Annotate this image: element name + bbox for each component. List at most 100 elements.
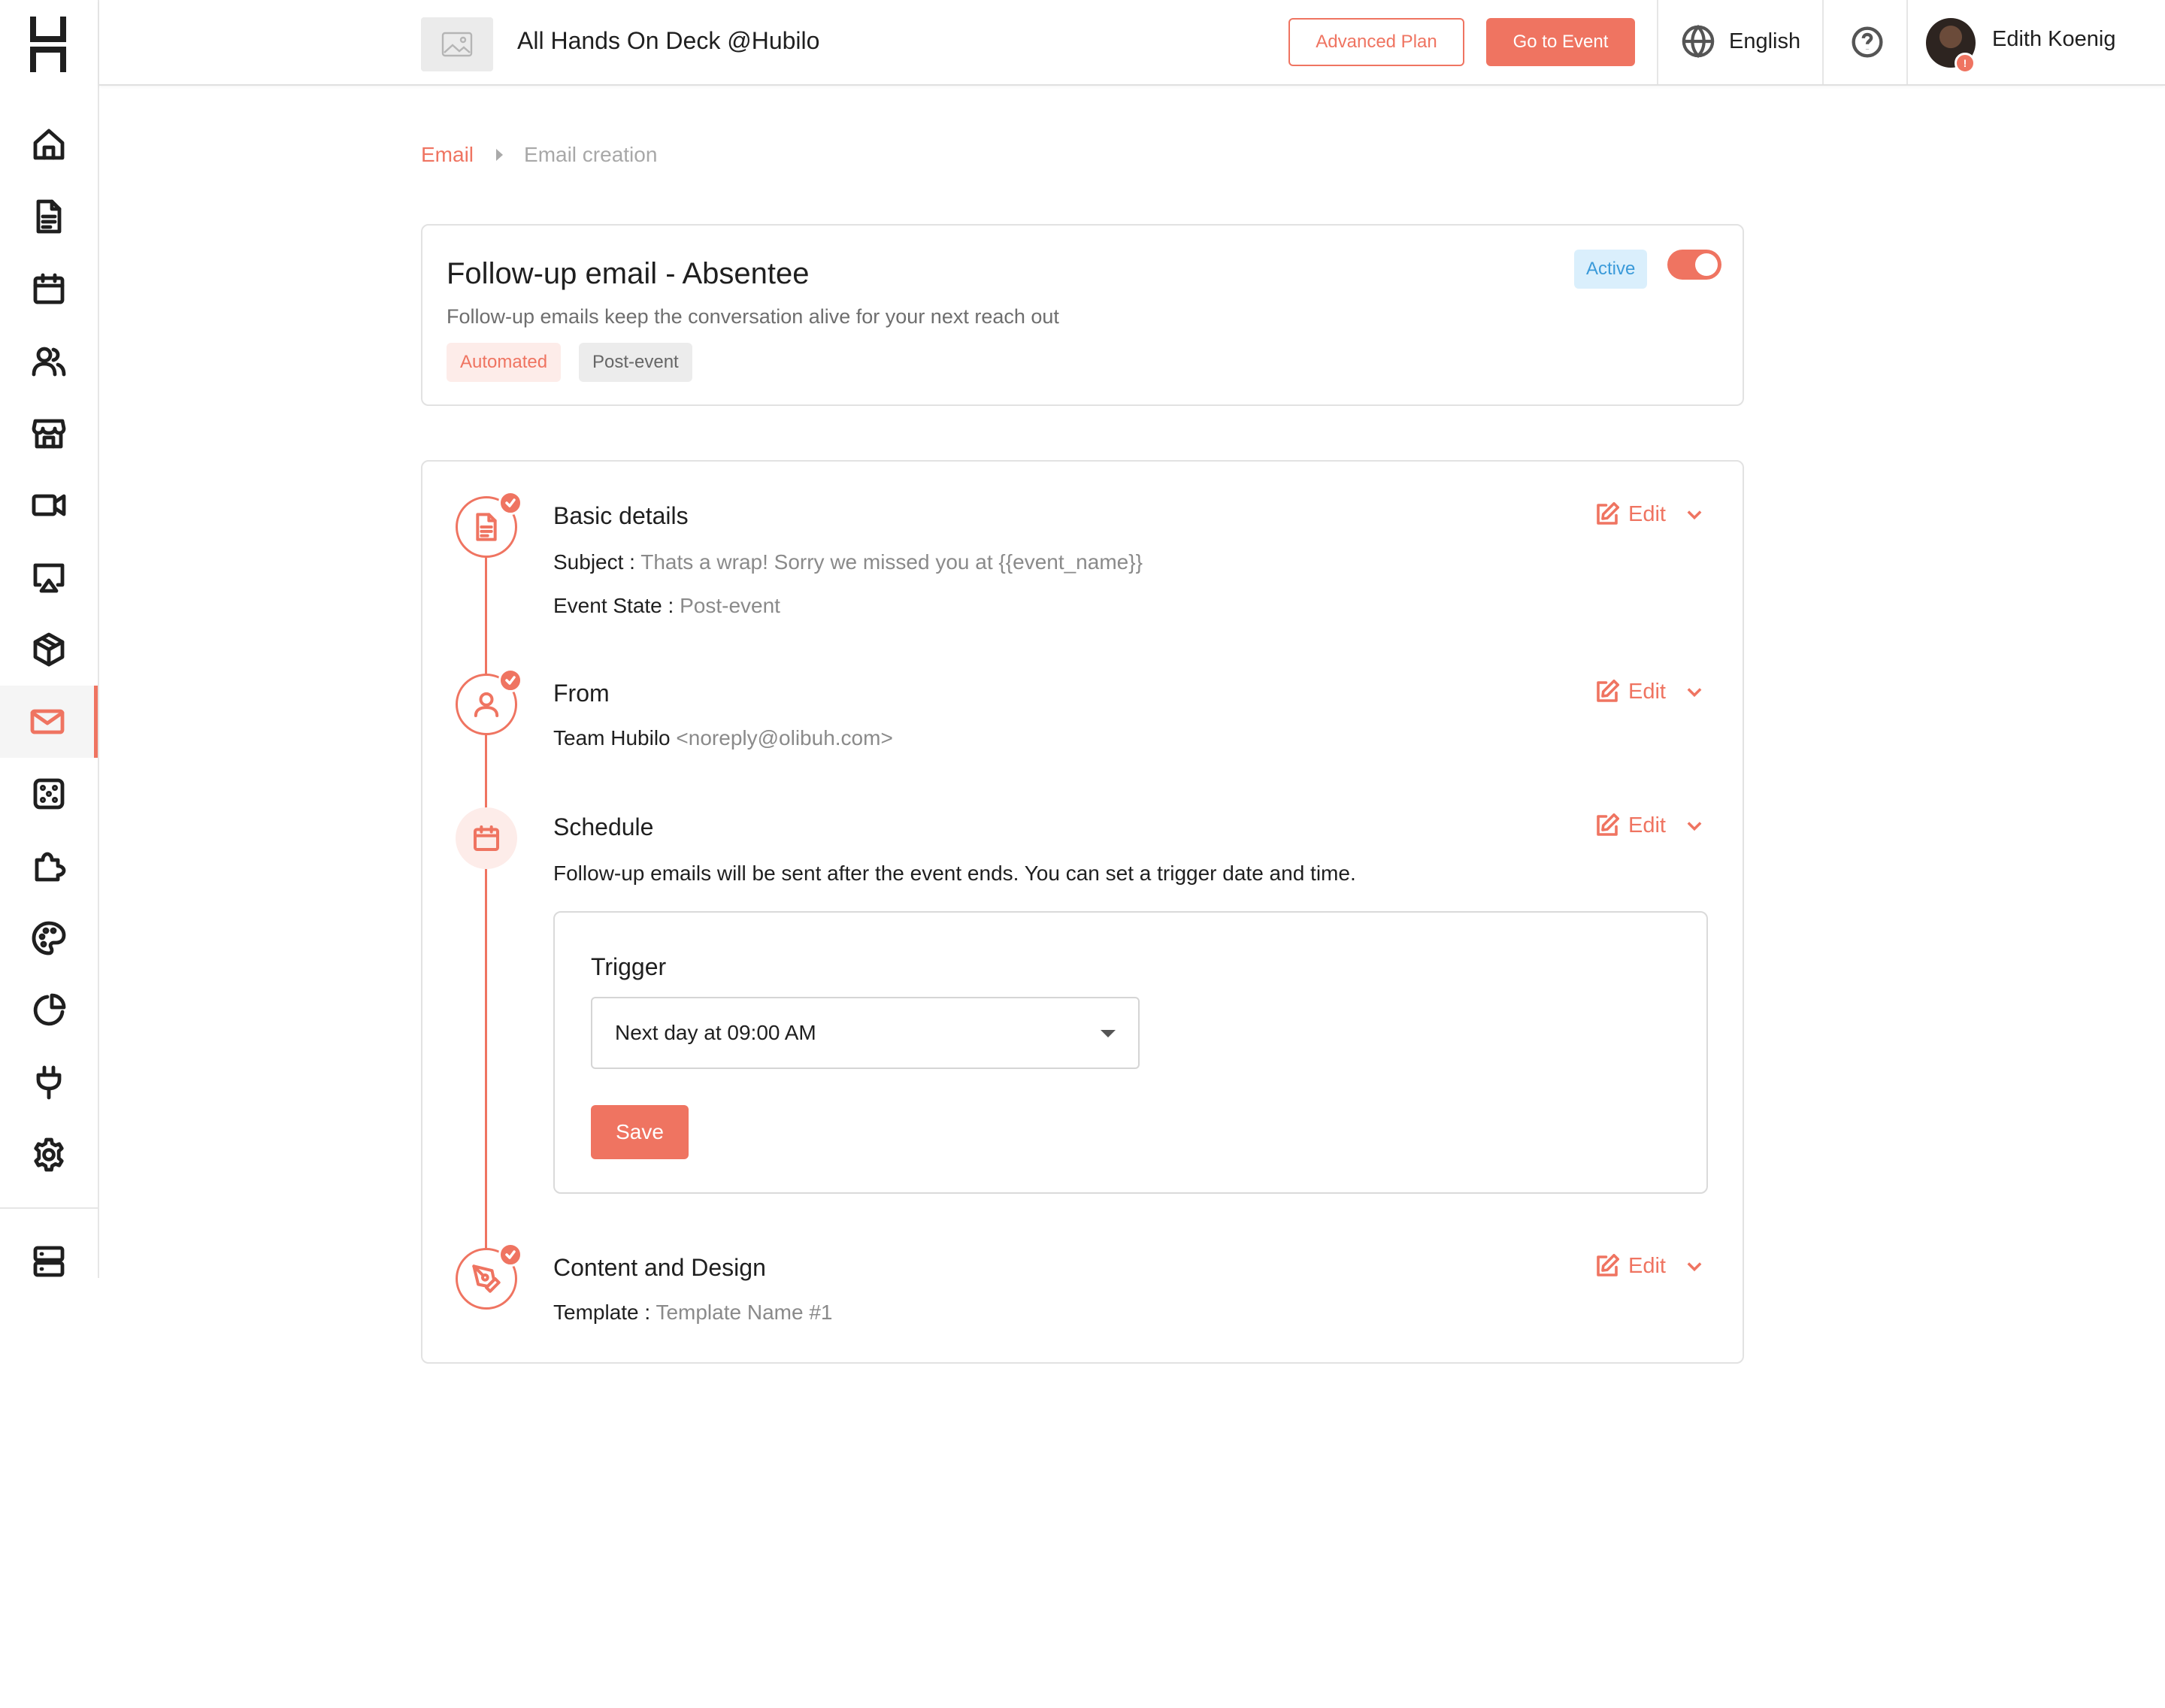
sidebar-item-email[interactable] — [0, 686, 98, 758]
language-selector[interactable]: English — [1681, 24, 1800, 59]
sidebar-item-settings[interactable] — [0, 1119, 98, 1191]
edit-from-button[interactable]: Edit — [1594, 678, 1705, 705]
edit-content-design-button[interactable]: Edit — [1594, 1252, 1705, 1279]
edit-icon — [1597, 501, 1620, 525]
step-schedule-icon — [456, 807, 517, 869]
user-icon — [474, 692, 499, 717]
sidebar-item-people[interactable] — [0, 325, 98, 397]
caret-down-icon — [1101, 1030, 1116, 1037]
email-summary-card: Follow-up email - Absentee Follow-up ema… — [421, 224, 1744, 406]
avatar[interactable]: ! — [1926, 18, 1976, 74]
step-basic-details-title: Basic details — [553, 502, 689, 529]
sidebar-item-documents[interactable] — [0, 180, 98, 253]
email-description: Follow-up emails keep the conversation a… — [447, 305, 1059, 328]
sidebar-item-server[interactable] — [0, 1225, 98, 1298]
event-state-value: Post-event — [680, 594, 780, 617]
breadcrumb-separator-icon — [496, 149, 504, 161]
tag-automated: Automated — [447, 343, 562, 382]
breadcrumb: Email Email creation — [421, 143, 657, 167]
sidebar-item-branding[interactable] — [0, 902, 98, 974]
step-content-design-title: Content and Design — [553, 1254, 766, 1281]
sidebar-item-home[interactable] — [0, 108, 98, 180]
trigger-panel: Trigger Next day at 09:00 AM Save — [553, 911, 1708, 1194]
step-basic-details-icon — [456, 491, 522, 558]
breadcrumb-email-link[interactable]: Email — [421, 143, 474, 167]
sidebar-item-analytics[interactable] — [0, 974, 98, 1046]
avatar-badge-icon: ! — [1955, 53, 1976, 74]
edit-label: Edit — [1628, 679, 1666, 704]
help-button[interactable] — [1851, 26, 1884, 59]
calendar-icon — [33, 273, 65, 304]
sidebar-item-games[interactable] — [0, 758, 98, 830]
sidebar-item-integrations-apps[interactable] — [0, 830, 98, 902]
user-name[interactable]: Edith Koenig — [1992, 27, 2115, 52]
event-state-line: Event State : Post-event — [553, 594, 780, 618]
sidebar-item-booths[interactable] — [0, 397, 98, 469]
go-to-event-button[interactable]: Go to Event — [1486, 18, 1635, 66]
subject-label: Subject : — [553, 550, 635, 574]
trigger-select[interactable]: Next day at 09:00 AM — [591, 997, 1140, 1069]
event-state-label: Event State : — [553, 594, 674, 617]
sidebar — [0, 0, 99, 1278]
header-divider — [1822, 0, 1824, 84]
edit-basic-details-button[interactable]: Edit — [1594, 501, 1705, 528]
edit-label: Edit — [1628, 813, 1666, 837]
top-header: All Hands On Deck @Hubilo Advanced Plan … — [99, 0, 2165, 86]
server-icon — [33, 1246, 65, 1277]
event-title: All Hands On Deck @Hubilo — [517, 27, 820, 54]
toggle-knob — [1695, 253, 1718, 276]
event-thumbnail[interactable] — [421, 17, 493, 71]
store-icon — [32, 419, 66, 449]
box-icon — [33, 632, 65, 667]
video-icon — [32, 494, 66, 516]
check-icon — [498, 1243, 522, 1267]
header-divider — [1906, 0, 1908, 84]
timeline-line — [485, 556, 487, 1255]
trigger-select-value: Next day at 09:00 AM — [615, 1021, 816, 1044]
step-from-icon — [456, 668, 522, 735]
sidebar-item-broadcast[interactable] — [0, 541, 98, 613]
check-icon — [498, 491, 522, 515]
document-icon — [476, 513, 497, 541]
gear-icon — [34, 1137, 64, 1172]
mail-icon — [30, 709, 64, 734]
schedule-description: Follow-up emails will be sent after the … — [553, 862, 1356, 885]
hubilo-logo[interactable] — [30, 17, 66, 72]
template-value: Template Name #1 — [656, 1301, 833, 1324]
step-schedule-title: Schedule — [553, 813, 654, 840]
image-placeholder-icon — [441, 32, 473, 57]
from-email: <noreply@olibuh.com> — [676, 726, 893, 750]
save-button[interactable]: Save — [591, 1105, 689, 1159]
status-badge: Active — [1574, 250, 1648, 289]
chevron-down-icon — [1687, 510, 1702, 520]
tag-post-event: Post-event — [579, 343, 692, 382]
active-toggle[interactable] — [1667, 250, 1721, 280]
edit-label: Edit — [1628, 1253, 1666, 1278]
page-title: Follow-up email - Absentee — [447, 257, 810, 290]
from-name: Team Hubilo — [553, 726, 671, 750]
template-line: Template : Template Name #1 — [553, 1301, 832, 1325]
document-icon — [36, 199, 62, 234]
sidebar-item-products[interactable] — [0, 613, 98, 686]
sidebar-divider — [0, 1207, 98, 1209]
screen-cast-icon — [33, 563, 65, 593]
header-divider — [1657, 0, 1658, 84]
sidebar-item-integrations[interactable] — [0, 1046, 98, 1119]
puzzle-icon — [35, 852, 66, 882]
sidebar-item-video[interactable] — [0, 469, 98, 541]
chevron-down-icon — [1687, 688, 1702, 698]
edit-icon — [1597, 1253, 1620, 1276]
from-line: Team Hubilo <noreply@olibuh.com> — [553, 726, 893, 750]
calendar-icon — [474, 825, 499, 851]
sidebar-item-agenda[interactable] — [0, 253, 98, 325]
edit-schedule-button[interactable]: Edit — [1594, 812, 1705, 839]
plug-icon — [36, 1065, 62, 1100]
pen-nib-icon — [472, 1264, 501, 1293]
help-icon — [1852, 26, 1883, 58]
edit-label: Edit — [1628, 501, 1666, 526]
edit-icon — [1597, 679, 1620, 702]
home-icon — [33, 129, 65, 160]
advanced-plan-button[interactable]: Advanced Plan — [1288, 18, 1464, 66]
breadcrumb-current: Email creation — [524, 143, 658, 166]
check-icon — [498, 668, 522, 692]
